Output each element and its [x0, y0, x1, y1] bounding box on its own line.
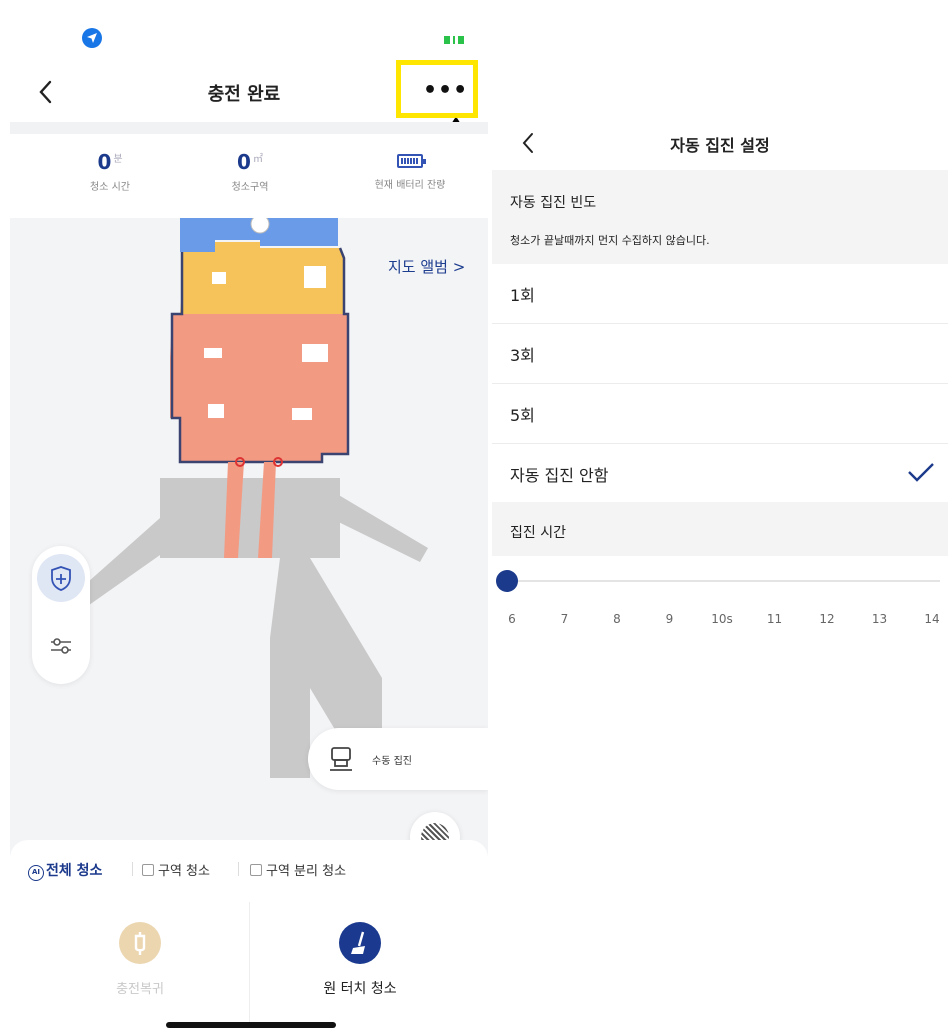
- divider: [249, 902, 250, 1026]
- separator: [132, 862, 133, 876]
- divider: [10, 122, 488, 134]
- slider-tick-label: 6: [508, 612, 516, 626]
- option-3-times[interactable]: 3회: [492, 324, 948, 384]
- slider-tick-label: 13: [871, 612, 888, 626]
- slider-tick-label: 14: [924, 612, 940, 626]
- mode-full-label: 전체 청소: [46, 863, 103, 879]
- one-touch-clean-button[interactable]: 원 터치 청소: [290, 922, 430, 1012]
- mode-split-clean[interactable]: 구역 분리 청소: [250, 860, 346, 879]
- option-5-times[interactable]: 5회: [492, 384, 948, 444]
- bottom-actions: 충전복귀 원 터치 청소: [10, 902, 488, 1034]
- zone-icon: [142, 864, 154, 876]
- ai-icon: AI: [28, 865, 44, 881]
- stat-battery: 현재 배터리 잔량: [360, 150, 460, 191]
- sliders-icon: [51, 638, 71, 654]
- collect-time-slider-track[interactable]: [504, 580, 940, 582]
- option-label: 자동 집진 안함: [510, 466, 609, 485]
- settings-header: 자동 집진 설정: [492, 112, 948, 172]
- manual-collect-button[interactable]: 수동 집진: [308, 728, 488, 790]
- mode-zone-label: 구역 청소: [158, 864, 210, 879]
- separator: [238, 862, 239, 876]
- slider-tick-label: 9: [665, 612, 674, 626]
- mode-split-label: 구역 분리 청소: [266, 864, 347, 879]
- map-album-link[interactable]: 지도 앨범 >: [388, 256, 465, 277]
- manual-collect-label: 수동 집진: [372, 756, 412, 767]
- option-no-auto-collect[interactable]: 자동 집진 안함: [492, 444, 948, 504]
- broom-icon: [339, 922, 381, 964]
- slider-tick-label: 10s: [711, 612, 733, 626]
- restricted-zone-button[interactable]: [37, 554, 85, 602]
- stats-panel: 0분 청소 시간 0 ㎡ 청소구역 현재 배터리 잔량: [10, 134, 488, 218]
- cleaning-mode-bar: AI 전체 청소 구역 청소 구역 분리 청소: [10, 840, 488, 898]
- frequency-section-title: 자동 집진 빈도: [510, 195, 597, 211]
- map-tools: [32, 546, 90, 684]
- battery-label: 현재 배터리 잔량: [374, 180, 446, 191]
- manual-collect-icon: [330, 747, 352, 771]
- return-to-dock-button[interactable]: 충전복귀: [70, 922, 210, 1012]
- home-indicator: [166, 1022, 336, 1028]
- status-bar: [0, 0, 488, 60]
- robot-map-screen: 충전 완료 ••• 0분 청소 시간 0 ㎡ 청소구역 현재 배터리 잔량 지도…: [0, 0, 488, 1034]
- slider-tick-label: 12: [819, 612, 835, 626]
- time-value: 0: [97, 150, 112, 174]
- more-icon: •••: [423, 78, 469, 103]
- map-room-salmon: [170, 314, 348, 462]
- dock-icon: [119, 922, 161, 964]
- option-label: 1회: [510, 286, 535, 305]
- checkmark-icon: [908, 463, 934, 482]
- time-unit: 분: [113, 154, 123, 165]
- one-touch-label: 원 터치 청소: [323, 981, 397, 997]
- location-icon: [82, 28, 102, 48]
- frequency-section-description: 청소가 끝날때까지 먼지 수집하지 않습니다.: [510, 234, 710, 247]
- slider-tick-label: 11: [766, 612, 783, 626]
- more-button[interactable]: •••: [396, 60, 478, 118]
- battery-level-icon: [397, 154, 426, 168]
- shield-icon: [51, 566, 71, 591]
- slider-tick-label: 8: [613, 612, 621, 626]
- stat-cleaning-time: 0분 청소 시간: [70, 150, 150, 193]
- time-label: 청소 시간: [90, 182, 130, 193]
- slider-tick-label: 7: [560, 612, 569, 626]
- dock-label: 충전복귀: [116, 982, 164, 997]
- collect-time-section-header: 집진 시간: [492, 502, 948, 556]
- mode-zone-clean[interactable]: 구역 청소: [142, 860, 210, 879]
- option-label: 3회: [510, 346, 535, 365]
- area-unit: ㎡: [252, 154, 263, 165]
- area-value: 0: [237, 150, 251, 174]
- nav-bar: 충전 완료 •••: [0, 60, 488, 122]
- frequency-section-header: 자동 집진 빈도 청소가 끝날때까지 먼지 수집하지 않습니다.: [492, 170, 948, 264]
- settings-title: 자동 집진 설정: [670, 136, 770, 155]
- area-label: 청소구역: [231, 182, 269, 193]
- stat-cleaning-area: 0 ㎡ 청소구역: [210, 150, 290, 193]
- map-settings-button[interactable]: [37, 622, 85, 670]
- option-label: 5회: [510, 406, 535, 425]
- auto-collect-settings-screen: 자동 집진 설정 자동 집진 빈도 청소가 끝날때까지 먼지 수집하지 않습니다…: [492, 112, 948, 652]
- collect-time-section-title: 집진 시간: [510, 525, 566, 541]
- split-zone-icon: [250, 864, 262, 876]
- battery-icon: [444, 36, 464, 44]
- mode-full-clean[interactable]: AI 전체 청소: [28, 860, 102, 881]
- collect-time-slider-thumb[interactable]: [496, 570, 518, 592]
- option-1-time[interactable]: 1회: [492, 264, 948, 324]
